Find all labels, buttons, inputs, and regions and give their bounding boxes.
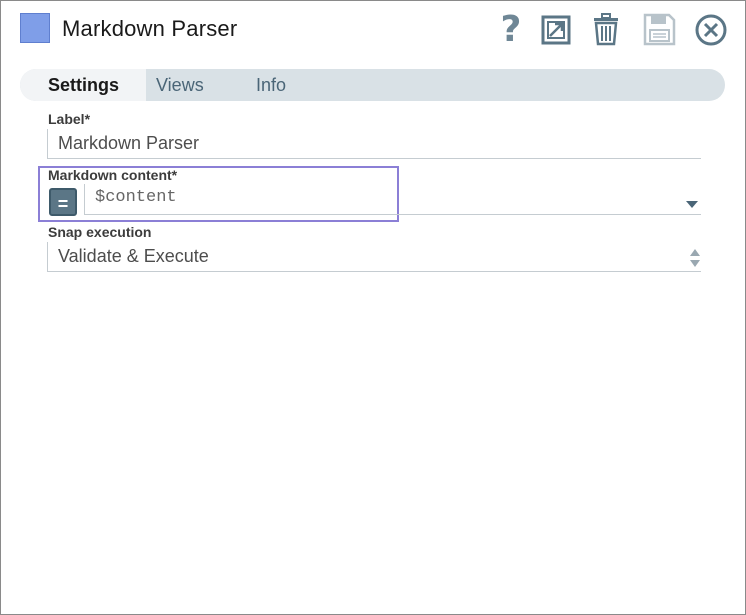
delete-icon[interactable] bbox=[588, 11, 624, 47]
snap-color-swatch bbox=[20, 13, 50, 43]
dropdown-arrow-icon[interactable] bbox=[685, 196, 699, 214]
snap-execution-label: Snap execution bbox=[48, 224, 152, 240]
expression-toggle-button[interactable]: = bbox=[49, 188, 77, 216]
tab-views[interactable]: Views bbox=[156, 69, 204, 101]
tab-info[interactable]: Info bbox=[256, 69, 286, 101]
label-field-label: Label* bbox=[48, 111, 91, 127]
snap-execution-value: Validate & Execute bbox=[58, 246, 209, 266]
markdown-content-value: $content bbox=[95, 188, 177, 207]
help-icon[interactable]: ? bbox=[493, 11, 529, 47]
dialog-title: Markdown Parser bbox=[62, 16, 238, 41]
tab-settings[interactable]: Settings bbox=[20, 69, 146, 101]
close-icon[interactable] bbox=[693, 11, 729, 47]
dialog-header: Markdown Parser ? bbox=[1, 1, 745, 61]
save-icon[interactable] bbox=[641, 11, 677, 47]
select-sort-icon[interactable] bbox=[689, 248, 701, 273]
label-input-value: Markdown Parser bbox=[58, 133, 200, 153]
export-icon[interactable] bbox=[538, 11, 574, 47]
snap-settings-dialog: Markdown Parser ? Settings Views Info La… bbox=[0, 0, 746, 615]
svg-text:?: ? bbox=[501, 11, 522, 47]
tab-bar: Settings Views Info bbox=[20, 69, 725, 101]
markdown-content-label: Markdown content* bbox=[48, 167, 178, 183]
